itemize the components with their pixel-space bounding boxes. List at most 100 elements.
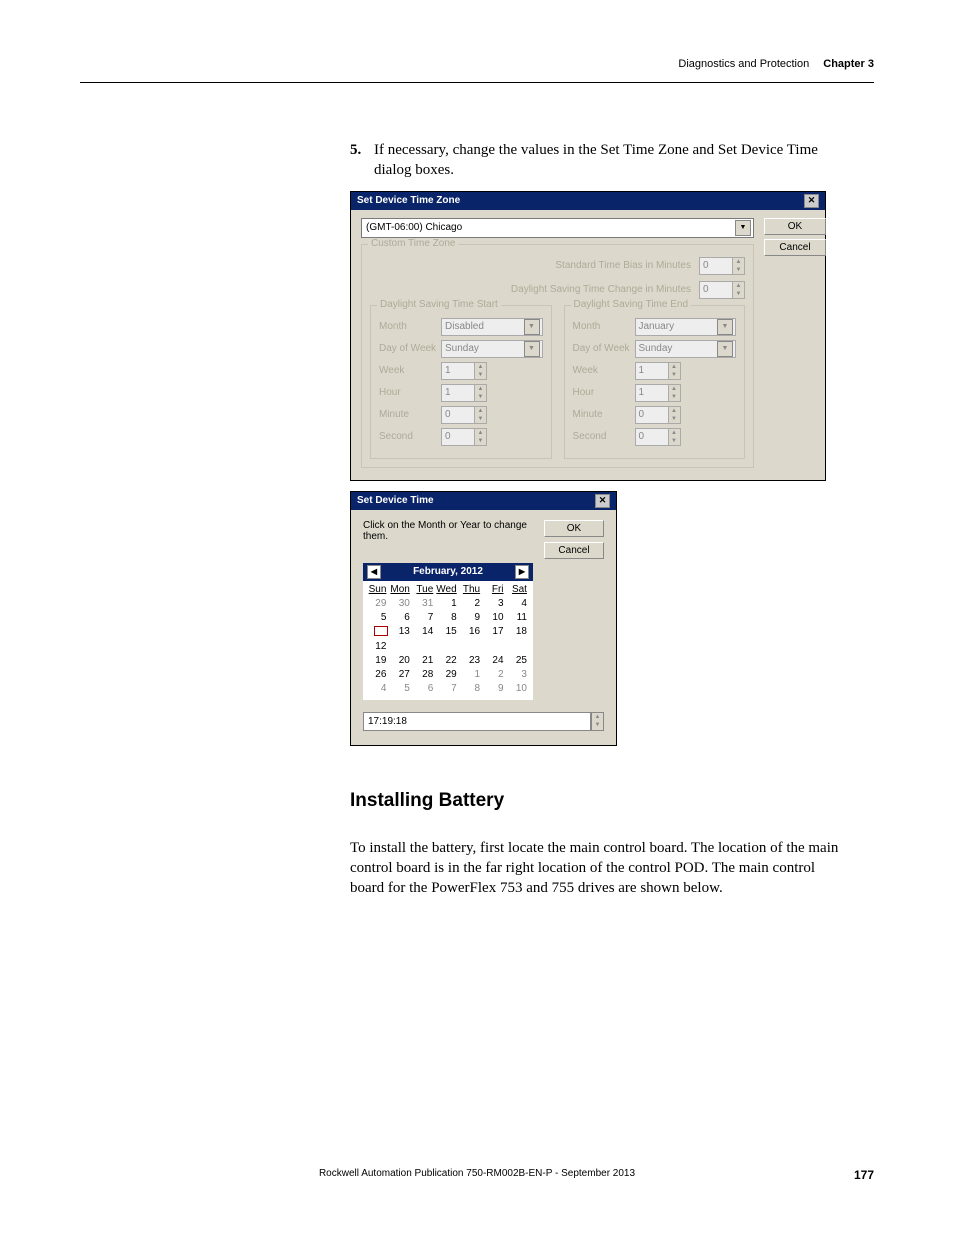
day-cell[interactable]: 15 [436, 625, 459, 654]
dow-cell: Sun [366, 583, 389, 597]
day-cell[interactable]: 27 [389, 668, 412, 682]
close-icon[interactable]: ✕ [595, 494, 610, 508]
day-cell[interactable]: 18 [507, 625, 530, 654]
day-cell[interactable]: 4 [366, 682, 389, 696]
day-cell[interactable]: 17 [483, 625, 506, 654]
day-cell[interactable]: 6 [413, 682, 436, 696]
time-input[interactable]: 17:19:18 [363, 712, 591, 731]
dow-cell: Wed [436, 583, 459, 597]
start-dow-select[interactable]: Sunday▼ [441, 340, 543, 358]
day-cell[interactable]: 30 [389, 597, 412, 611]
day-cell[interactable]: 19 [366, 654, 389, 668]
ok-button[interactable]: OK [764, 218, 826, 235]
day-cell[interactable]: 21 [413, 654, 436, 668]
end-week-stepper[interactable]: 1▲▼ [635, 362, 681, 380]
end-dow-select[interactable]: Sunday▼ [635, 340, 737, 358]
label-week: Week [573, 365, 635, 376]
dow-cell: Mon [389, 583, 412, 597]
body-paragraph: To install the battery, first locate the… [350, 838, 849, 899]
day-cell[interactable]: 10 [507, 682, 530, 696]
day-cell[interactable]: 31 [413, 597, 436, 611]
spin-down-icon: ▼ [669, 393, 680, 401]
day-cell[interactable]: 3 [483, 597, 506, 611]
day-cell[interactable]: 26 [366, 668, 389, 682]
day-cell[interactable]: 2 [483, 668, 506, 682]
set-time-zone-dialog: Set Device Time Zone ✕ (GMT-06:00) Chica… [350, 191, 826, 481]
step-number: 5. [350, 140, 374, 181]
header-section: Diagnostics and Protection [678, 58, 809, 70]
timezone-select[interactable]: (GMT-06:00) Chicago ▼ [361, 218, 754, 238]
spin-up-icon: ▲ [669, 429, 680, 437]
start-second-stepper[interactable]: 0▲▼ [441, 428, 487, 446]
end-minute-stepper[interactable]: 0▲▼ [635, 406, 681, 424]
calendar-dow-row: Sun Mon Tue Wed Thu Fri Sat [366, 583, 530, 597]
spin-up-icon: ▲ [669, 363, 680, 371]
day-cell[interactable]: 10 [483, 611, 506, 625]
day-cell[interactable]: 29 [366, 597, 389, 611]
day-cell[interactable]: 28 [413, 668, 436, 682]
day-cell[interactable]: 9 [483, 682, 506, 696]
day-cell[interactable]: 23 [460, 654, 483, 668]
day-cell-today[interactable]: 12 [366, 625, 389, 654]
calendar-week-row: 26 27 28 29 1 2 3 [366, 668, 530, 682]
section-heading: Installing Battery [350, 790, 849, 812]
spin-down-icon[interactable]: ▼ [592, 721, 603, 729]
device-time-title-bar: Set Device Time ✕ [351, 492, 616, 510]
day-cell[interactable]: 22 [436, 654, 459, 668]
dst-change-stepper[interactable]: 0 ▲▼ [699, 281, 745, 299]
spin-up-icon: ▲ [475, 385, 486, 393]
day-cell[interactable]: 8 [436, 611, 459, 625]
next-month-button[interactable]: ▶ [515, 565, 529, 579]
day-cell[interactable]: 13 [389, 625, 412, 654]
std-bias-label: Standard Time Bias in Minutes [555, 260, 691, 271]
end-hour-stepper[interactable]: 1▲▼ [635, 384, 681, 402]
day-cell[interactable]: 16 [460, 625, 483, 654]
dst-change-value: 0 [699, 281, 733, 299]
ok-button[interactable]: OK [544, 520, 604, 537]
set-device-time-dialog: Set Device Time ✕ Click on the Month or … [350, 491, 617, 746]
cancel-button[interactable]: Cancel [764, 239, 826, 256]
spin-up-icon: ▲ [475, 429, 486, 437]
page-footer: Rockwell Automation Publication 750-RM00… [80, 1168, 874, 1179]
spin-up-icon[interactable]: ▲ [592, 713, 603, 721]
start-week-stepper[interactable]: 1▲▼ [441, 362, 487, 380]
day-cell[interactable]: 3 [507, 668, 530, 682]
day-cell[interactable]: 2 [460, 597, 483, 611]
start-month-select[interactable]: Disabled▼ [441, 318, 543, 336]
calendar-week-row: 12 13 14 15 16 17 18 [366, 625, 530, 654]
chevron-down-icon: ▼ [524, 341, 540, 357]
day-cell[interactable]: 4 [507, 597, 530, 611]
label-dow: Day of Week [573, 343, 635, 354]
day-cell[interactable]: 11 [507, 611, 530, 625]
dst-change-label: Daylight Saving Time Change in Minutes [511, 284, 691, 295]
day-cell[interactable]: 29 [436, 668, 459, 682]
dow-cell: Sat [507, 583, 530, 597]
day-cell[interactable]: 1 [460, 668, 483, 682]
std-bias-stepper[interactable]: 0 ▲▼ [699, 257, 745, 275]
day-cell[interactable]: 8 [460, 682, 483, 696]
cancel-button[interactable]: Cancel [544, 542, 604, 559]
start-minute-stepper[interactable]: 0▲▼ [441, 406, 487, 424]
start-hour-stepper[interactable]: 1▲▼ [441, 384, 487, 402]
calendar-month-label[interactable]: February, 2012 [413, 566, 483, 577]
day-cell[interactable]: 5 [389, 682, 412, 696]
page-number: 177 [854, 1168, 874, 1182]
day-cell[interactable]: 5 [366, 611, 389, 625]
step-text: If necessary, change the values in the S… [374, 140, 849, 181]
day-cell[interactable]: 1 [436, 597, 459, 611]
day-cell[interactable]: 7 [436, 682, 459, 696]
page-header: Diagnostics and Protection Chapter 3 [80, 58, 874, 70]
close-icon[interactable]: ✕ [804, 194, 819, 208]
day-cell[interactable]: 24 [483, 654, 506, 668]
day-cell[interactable]: 14 [413, 625, 436, 654]
prev-month-button[interactable]: ◀ [367, 565, 381, 579]
day-cell[interactable]: 25 [507, 654, 530, 668]
chevron-down-icon: ▼ [524, 319, 540, 335]
day-cell[interactable]: 6 [389, 611, 412, 625]
day-cell[interactable]: 7 [413, 611, 436, 625]
end-second-stepper[interactable]: 0▲▼ [635, 428, 681, 446]
end-month-select[interactable]: January▼ [635, 318, 737, 336]
dialog-title: Set Device Time Zone [357, 195, 460, 206]
day-cell[interactable]: 20 [389, 654, 412, 668]
day-cell[interactable]: 9 [460, 611, 483, 625]
